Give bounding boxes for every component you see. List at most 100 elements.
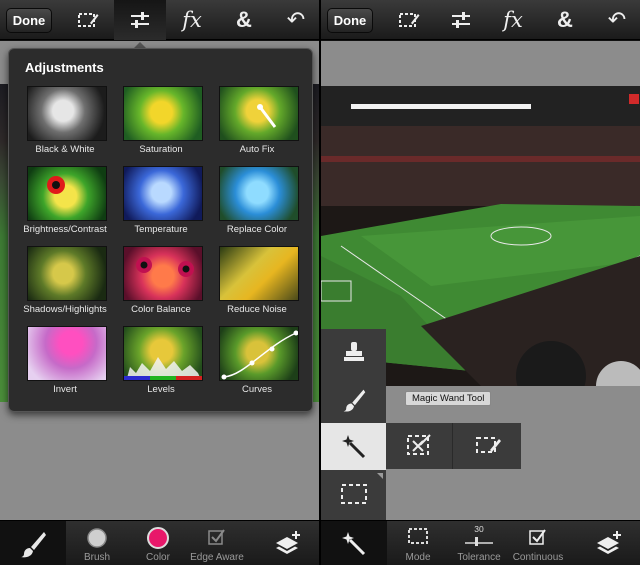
undo-button[interactable]: ↶: [272, 0, 319, 40]
color-balance-thumbnail: [123, 246, 203, 301]
adjustment-brightness-contrast[interactable]: Brightness/Contrast: [15, 166, 111, 244]
magic-wand-icon: [341, 434, 365, 458]
done-button[interactable]: Done: [6, 8, 52, 33]
marquee-edit-icon: [78, 13, 99, 27]
tool-tooltip: Magic Wand Tool: [405, 391, 492, 406]
bottom-toolbar: Brush Color Edge Aware: [0, 520, 319, 565]
adjustment-temperature[interactable]: Temperature: [111, 166, 207, 244]
tile-label: Auto Fix: [239, 144, 275, 155]
adjustment-auto-fix[interactable]: Auto Fix: [207, 86, 303, 164]
tile-label: Reduce Noise: [227, 304, 287, 315]
adjustment-replace-color[interactable]: Replace Color: [207, 166, 303, 244]
checkbox-icon: [529, 529, 546, 545]
black-white-thumbnail: [27, 86, 107, 141]
layers-button[interactable]: [583, 521, 635, 565]
brush-circle-icon: [87, 528, 107, 548]
adjustment-invert[interactable]: Invert: [15, 326, 111, 404]
curves-thumbnail: [219, 326, 299, 381]
brush-tool-button[interactable]: [0, 521, 66, 565]
paintbrush-icon: [343, 389, 365, 412]
fx-icon: fx: [503, 7, 523, 32]
slider-icon: [465, 537, 493, 546]
magic-wand-tool[interactable]: [321, 423, 386, 470]
curve-icon: [221, 330, 298, 380]
replace-color-thumbnail: [219, 166, 299, 221]
undo-icon: ↶: [286, 7, 306, 32]
temperature-thumbnail: [123, 166, 203, 221]
clone-stamp-tool[interactable]: [321, 329, 386, 376]
layers-add-icon: [597, 530, 621, 554]
left-screen: Done fx & ↶ Adjustments Black & White Sa…: [0, 0, 319, 565]
layers-button[interactable]: [262, 521, 314, 565]
layers-add-icon: [276, 530, 300, 554]
adjustment-black-white[interactable]: Black & White: [15, 86, 111, 164]
levels-thumbnail: [123, 326, 203, 381]
adjustments-popover: Adjustments Black & White Saturation Aut…: [8, 48, 313, 412]
undo-button[interactable]: ↶: [593, 0, 640, 40]
adjustment-reduce-noise[interactable]: Reduce Noise: [207, 246, 303, 324]
tolerance-label: Tolerance: [457, 552, 501, 563]
color-button[interactable]: Color: [128, 521, 188, 565]
adjustment-curves[interactable]: Curves: [207, 326, 303, 404]
adjustment-saturation[interactable]: Saturation: [111, 86, 207, 164]
fx-icon: fx: [182, 7, 202, 32]
color-label: Color: [146, 552, 170, 563]
adjustment-shadows-highlights[interactable]: Shadows/Highlights: [15, 246, 111, 324]
ampersand-icon: &: [236, 7, 252, 32]
adjustment-levels[interactable]: Levels: [111, 326, 207, 404]
mode-label: Mode: [405, 552, 431, 563]
magic-wand-mode-button[interactable]: [321, 521, 387, 565]
effects-button[interactable]: fx: [166, 0, 218, 40]
adjustment-color-balance[interactable]: Color Balance: [111, 246, 207, 324]
marquee-tool[interactable]: [321, 470, 386, 517]
marquee-edit-icon: [399, 13, 420, 27]
refine-selection-button[interactable]: [454, 423, 521, 469]
histogram-icon: [124, 357, 202, 380]
brush-label: Brush: [83, 552, 111, 563]
effects-button[interactable]: fx: [487, 0, 539, 40]
clear-selection-button[interactable]: [386, 423, 453, 469]
adjustments-button[interactable]: [114, 0, 166, 40]
submenu-indicator-icon: [377, 473, 383, 479]
brush-select-tool[interactable]: [321, 376, 386, 423]
mode-button[interactable]: Mode: [387, 521, 449, 565]
deselect-icon: [407, 434, 431, 455]
auto-fix-thumbnail: [219, 86, 299, 141]
invert-thumbnail: [27, 326, 107, 381]
ampersand-icon: &: [557, 7, 573, 32]
tolerance-control[interactable]: 30 Tolerance: [449, 521, 509, 565]
selection-actions-row: [386, 423, 521, 469]
undo-icon: ↶: [607, 7, 627, 32]
marquee-edit-icon: [475, 437, 501, 453]
tolerance-value: 30: [474, 524, 484, 534]
dashed-rectangle-icon: [340, 483, 367, 504]
layers-blend-button[interactable]: &: [218, 0, 270, 40]
bottom-toolbar: Mode 30 Tolerance Continuous: [321, 520, 640, 565]
edge-aware-toggle[interactable]: Edge Aware: [188, 521, 246, 565]
stamp-icon: [343, 341, 364, 361]
selection-tools-column: [321, 329, 386, 520]
edge-aware-label: Edge Aware: [190, 552, 244, 563]
brightness-contrast-thumbnail: [27, 166, 107, 221]
top-toolbar: Done fx & ↶: [0, 0, 319, 40]
color-swatch: [147, 527, 169, 549]
magic-wand-icon: [257, 104, 277, 128]
done-button[interactable]: Done: [327, 8, 373, 33]
marquee-edit-button[interactable]: [383, 0, 435, 40]
top-toolbar: Done fx & ↶: [321, 0, 640, 40]
adjustments-button[interactable]: [435, 0, 487, 40]
marquee-edit-button[interactable]: [62, 0, 114, 40]
layers-blend-button[interactable]: &: [539, 0, 591, 40]
tile-label: Curves: [241, 384, 273, 395]
magic-wand-icon: [342, 531, 366, 555]
dashed-rectangle-icon: [408, 528, 428, 544]
continuous-toggle[interactable]: Continuous: [509, 521, 567, 565]
checkbox-icon: [208, 529, 225, 545]
continuous-label: Continuous: [512, 552, 564, 563]
frog-eye-icon: [47, 176, 65, 194]
paintbrush-icon: [21, 531, 46, 557]
saturation-thumbnail: [123, 86, 203, 141]
sliders-icon: [452, 12, 470, 28]
popover-title: Adjustments: [25, 60, 104, 75]
brush-size-button[interactable]: Brush: [66, 521, 128, 565]
